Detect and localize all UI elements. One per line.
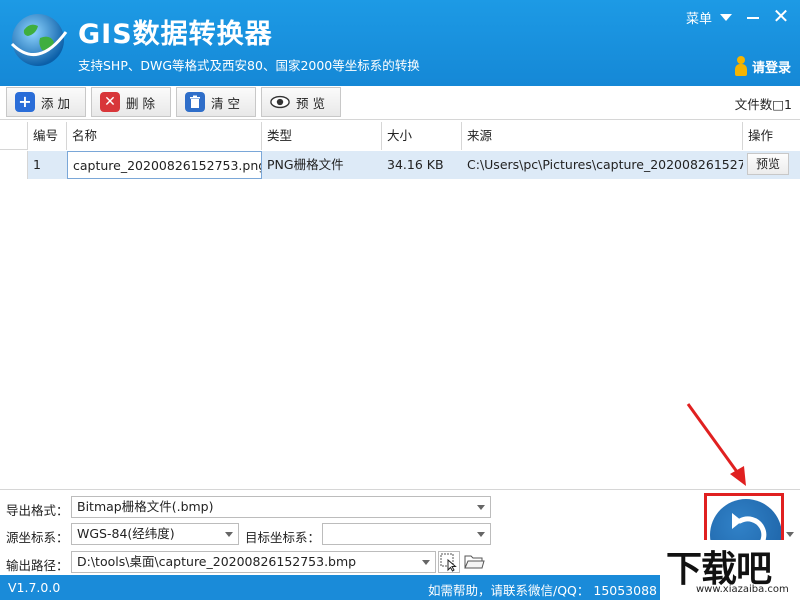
minimize-button[interactable]: [744, 8, 762, 26]
app-title: GIS数据转换器: [78, 19, 273, 50]
plus-icon: +: [15, 92, 35, 112]
cell-type: PNG栅格文件: [262, 151, 382, 179]
login-button[interactable]: 请登录: [734, 56, 791, 76]
table-row[interactable]: 1 capture_20200826152753.png PNG栅格文件 34.…: [0, 151, 800, 179]
target-crs-label: 目标坐标系：: [245, 530, 321, 545]
cell-name[interactable]: capture_20200826152753.png: [67, 151, 262, 179]
cell-size: 34.16 KB: [382, 151, 462, 179]
cell-source: C:\Users\pc\Pictures\capture_20200826152…: [462, 151, 743, 179]
open-folder-button[interactable]: [463, 551, 485, 573]
toolbar: + 添 加 ✕ 删 除 清 空 预 览 文件数□1: [0, 86, 800, 120]
cursor-icon: [440, 553, 457, 572]
export-format-label: 导出格式：: [6, 503, 69, 518]
output-path-value: D:\tools\桌面\capture_20200826152753.bmp: [77, 554, 357, 569]
clear-button[interactable]: 清 空: [176, 87, 256, 117]
select-cursor-button[interactable]: [438, 551, 460, 573]
menu-button[interactable]: 菜单: [686, 8, 733, 27]
close-icon[interactable]: ✕: [771, 6, 791, 27]
preview-button[interactable]: 预 览: [261, 87, 341, 117]
export-format-select[interactable]: Bitmap栅格文件(.bmp): [71, 496, 491, 518]
cell-action: 预览: [743, 151, 800, 179]
preview-label: 预 览: [296, 95, 325, 111]
chevron-down-icon[interactable]: [786, 532, 794, 537]
add-label: 添 加: [41, 95, 70, 111]
version-label: V1.7.0.0: [8, 580, 61, 595]
col-header-num[interactable]: 编号: [28, 122, 67, 150]
source-crs-value: WGS-84(经纬度): [77, 526, 175, 541]
delete-label: 删 除: [126, 95, 155, 111]
output-path-label: 输出路径：: [6, 558, 69, 573]
col-header-name[interactable]: 名称: [67, 122, 262, 150]
row-preview-button[interactable]: 预览: [747, 153, 789, 175]
trash-icon: [185, 92, 205, 112]
delete-x-icon: ✕: [100, 92, 120, 112]
table-header: 编号 名称 类型 大小 来源 操作: [0, 122, 800, 150]
watermark: 下载吧 www.xiazaiba.com: [660, 540, 800, 600]
chevron-down-icon: [477, 532, 485, 537]
app-subtitle: 支持SHP、DWG等格式及西安80、国家2000等坐标系的转换: [78, 58, 420, 73]
folder-icon: [464, 555, 485, 569]
col-header-action[interactable]: 操作: [743, 122, 800, 150]
chevron-down-icon: [477, 505, 485, 510]
menu-label: 菜单: [686, 12, 713, 27]
col-header-type[interactable]: 类型: [262, 122, 382, 150]
watermark-url: www.xiazaiba.com: [696, 584, 789, 595]
user-icon: [734, 56, 748, 76]
file-count: 文件数□1: [734, 97, 792, 112]
chevron-down-icon: [720, 14, 733, 21]
target-crs-select[interactable]: [322, 523, 491, 545]
chevron-down-icon: [422, 560, 430, 565]
delete-button[interactable]: ✕ 删 除: [91, 87, 171, 117]
globe-logo-icon: [10, 14, 68, 66]
export-format-value: Bitmap栅格文件(.bmp): [77, 499, 214, 514]
title-bar: GIS数据转换器 支持SHP、DWG等格式及西安80、国家2000等坐标系的转换…: [0, 0, 800, 86]
file-table: 编号 名称 类型 大小 来源 操作 1 capture_202008261527…: [0, 120, 800, 488]
cell-num: 1: [28, 151, 67, 179]
row-gutter: [0, 151, 28, 179]
help-text: 如需帮助，请联系微信/QQ： 15053088 官: [428, 583, 674, 598]
col-header-source[interactable]: 来源: [462, 122, 743, 150]
source-crs-label: 源坐标系：: [6, 530, 69, 545]
add-button[interactable]: + 添 加: [6, 87, 86, 117]
eye-icon: [270, 92, 290, 112]
login-label: 请登录: [752, 60, 792, 76]
output-path-field[interactable]: D:\tools\桌面\capture_20200826152753.bmp: [71, 551, 436, 573]
source-crs-select[interactable]: WGS-84(经纬度): [71, 523, 239, 545]
clear-label: 清 空: [211, 95, 240, 111]
chevron-down-icon: [225, 532, 233, 537]
header-gutter: [0, 122, 28, 150]
col-header-size[interactable]: 大小: [382, 122, 462, 150]
